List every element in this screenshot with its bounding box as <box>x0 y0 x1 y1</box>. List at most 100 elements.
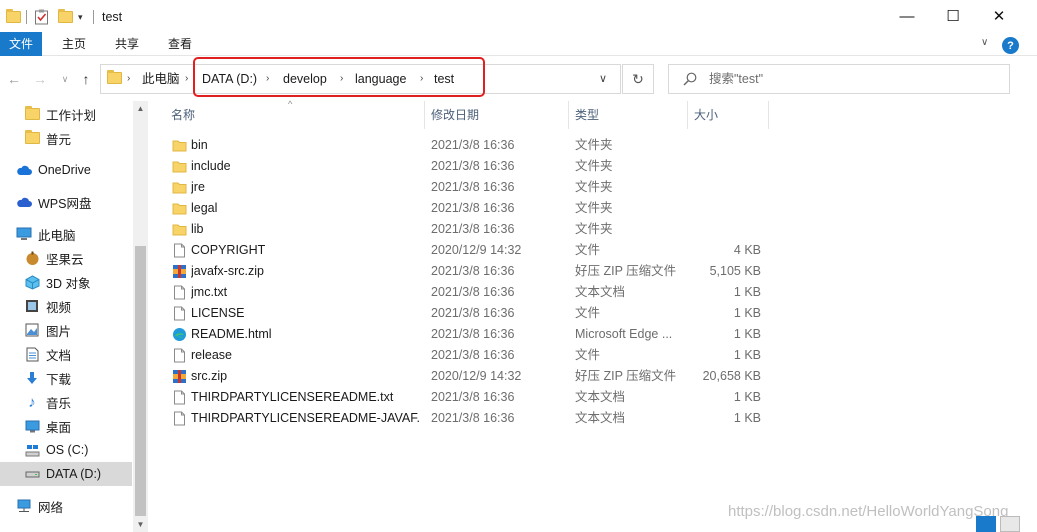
chevron-right-icon[interactable]: › <box>127 65 130 93</box>
edge-browser-icon <box>173 328 186 341</box>
sidebar-item-this-pc[interactable]: 此电脑 <box>0 222 132 246</box>
file-type: 文件夹 <box>575 222 613 236</box>
sidebar-item-label: 3D 对象 <box>46 276 91 291</box>
column-header-date[interactable]: 修改日期 <box>431 101 567 129</box>
file-name: COPYRIGHT <box>191 243 266 257</box>
file-row[interactable]: LICENSE 2021/3/8 16:36 文件 1 KB <box>164 303 770 324</box>
sidebar-item-label: 桌面 <box>46 420 72 435</box>
file-row[interactable]: jre 2021/3/8 16:36 文件夹 <box>164 177 770 198</box>
up-arrow-icon[interactable]: ↑ <box>76 69 96 89</box>
sidebar-item-os-c[interactable]: OS (C:) <box>0 438 132 462</box>
file-type: 文本文档 <box>575 285 626 299</box>
file-size: 20,658 KB <box>702 369 761 383</box>
sidebar-item-downloads[interactable]: 下载 <box>0 366 132 390</box>
sidebar-item-onedrive[interactable]: OneDrive <box>0 158 132 182</box>
file-name: bin <box>191 138 208 152</box>
file-row[interactable]: lib 2021/3/8 16:36 文件夹 <box>164 219 770 240</box>
sidebar-item-label: 坚果云 <box>46 252 84 267</box>
sidebar-item-puyuan[interactable]: 普元 <box>0 126 132 150</box>
chevron-right-icon[interactable]: › <box>185 65 188 93</box>
file-icon <box>174 285 185 300</box>
minimize-button[interactable]: — <box>884 0 930 32</box>
maximize-button[interactable]: ☐ <box>930 0 976 32</box>
sidebar-item-work-plan[interactable]: 工作计划 <box>0 102 132 126</box>
file-row[interactable]: include 2021/3/8 16:36 文件夹 <box>164 156 770 177</box>
file-date: 2021/3/8 16:36 <box>431 180 515 194</box>
tab-home[interactable]: 主页 <box>53 32 95 56</box>
file-name: javafx-src.zip <box>191 264 264 278</box>
sidebar-item-music[interactable]: ♪ 音乐 <box>0 390 132 414</box>
file-row[interactable]: legal 2021/3/8 16:36 文件夹 <box>164 198 770 219</box>
help-icon[interactable]: ? <box>1002 37 1019 54</box>
file-size: 5,105 KB <box>709 264 761 278</box>
search-input[interactable]: 搜索"test" <box>668 64 1010 94</box>
breadcrumb-this-pc[interactable]: 此电脑 <box>142 65 180 93</box>
file-date: 2020/12/9 14:32 <box>431 369 522 383</box>
column-divider[interactable] <box>568 101 569 129</box>
file-size: 1 KB <box>733 306 761 320</box>
column-header-name[interactable]: 名称 <box>171 101 423 129</box>
nut-icon <box>24 250 40 266</box>
file-row[interactable]: THIRDPARTYLICENSEREADME.txt 2021/3/8 16:3… <box>164 387 770 408</box>
file-row[interactable]: THIRDPARTYLICENSEREADME-JAVAF... 2021/3/8… <box>164 408 770 429</box>
file-name: lib <box>191 222 204 236</box>
file-row[interactable]: COPYRIGHT 2020/12/9 14:32 文件 4 KB <box>164 240 770 261</box>
document-icon <box>24 346 40 362</box>
scroll-up-arrow-icon[interactable]: ▲ <box>133 101 148 116</box>
close-button[interactable]: ✕ <box>976 0 1022 32</box>
sidebar-item-videos[interactable]: 视频 <box>0 294 132 318</box>
refresh-icon[interactable]: ↻ <box>622 64 654 94</box>
file-name: include <box>191 159 231 173</box>
file-row[interactable]: README.html 2021/3/8 16:36 Microsoft Edge … <box>164 324 770 345</box>
forward-arrow-icon[interactable]: → <box>30 69 50 89</box>
column-divider[interactable] <box>424 101 425 129</box>
file-row[interactable]: jmc.txt 2021/3/8 16:36 文本文档 1 KB <box>164 282 770 303</box>
scrollbar-thumb[interactable] <box>135 246 146 516</box>
file-size: 1 KB <box>733 348 761 362</box>
sidebar-item-label: 此电脑 <box>38 228 76 243</box>
tab-share[interactable]: 共享 <box>106 32 148 56</box>
file-row[interactable]: javafx-src.zip 2021/3/8 16:36 好压 ZIP 压缩文件 5… <box>164 261 770 282</box>
new-folder-icon[interactable] <box>58 8 73 26</box>
sidebar-item-documents[interactable]: 文档 <box>0 342 132 366</box>
customize-quick-access-icon[interactable]: ▾ <box>78 8 83 26</box>
scroll-down-arrow-icon[interactable]: ▼ <box>133 517 148 532</box>
file-row[interactable]: release 2021/3/8 16:36 文件 1 KB <box>164 345 770 366</box>
large-icons-view-icon[interactable] <box>1000 516 1020 532</box>
column-divider[interactable] <box>768 101 769 129</box>
column-header-size[interactable]: 大小 <box>694 101 766 129</box>
sidebar-item-label: 普元 <box>46 132 72 147</box>
folder-icon <box>172 224 187 236</box>
file-type: 文本文档 <box>575 390 626 404</box>
file-row[interactable]: src.zip 2020/12/9 14:32 好压 ZIP 压缩文件 20,658 … <box>164 366 770 387</box>
chevron-down-icon[interactable]: ∨ <box>599 65 607 93</box>
file-date: 2021/3/8 16:36 <box>431 159 515 173</box>
details-view-icon[interactable] <box>976 516 996 532</box>
back-arrow-icon[interactable]: ← <box>4 69 24 89</box>
tab-view[interactable]: 查看 <box>159 32 201 56</box>
file-date: 2021/3/8 16:36 <box>431 390 515 404</box>
sidebar-item-jianguoyun[interactable]: 坚果云 <box>0 246 132 270</box>
sidebar-scrollbar[interactable]: ▲ ▼ <box>133 101 148 532</box>
file-row[interactable]: bin 2021/3/8 16:36 文件夹 <box>164 135 770 156</box>
chevron-down-icon[interactable]: ∨ <box>981 37 988 48</box>
file-name: README.html <box>191 327 272 341</box>
sidebar-item-wps-drive[interactable]: WPS网盘 <box>0 190 132 214</box>
sidebar-item-desktop[interactable]: 桌面 <box>0 414 132 438</box>
sidebar-item-3d-objects[interactable]: 3D 对象 <box>0 270 132 294</box>
folder-icon <box>172 140 187 152</box>
divider <box>93 10 94 24</box>
file-icon <box>174 306 185 321</box>
column-header-type[interactable]: 类型 <box>575 101 685 129</box>
sidebar-item-data-d[interactable]: DATA (D:) <box>0 462 132 486</box>
properties-icon[interactable] <box>34 8 49 26</box>
column-divider[interactable] <box>687 101 688 129</box>
recent-locations-chevron-icon[interactable]: ∨ <box>55 69 75 89</box>
file-size: 1 KB <box>733 285 761 299</box>
file-date: 2020/12/9 14:32 <box>431 243 522 257</box>
sidebar-item-label: WPS网盘 <box>38 196 92 211</box>
sidebar-item-network[interactable]: 网络 <box>0 494 132 518</box>
tab-file[interactable]: 文件 <box>0 32 42 56</box>
sidebar-item-pictures[interactable]: 图片 <box>0 318 132 342</box>
file-name: THIRDPARTYLICENSEREADME-JAVAF... <box>191 411 419 425</box>
